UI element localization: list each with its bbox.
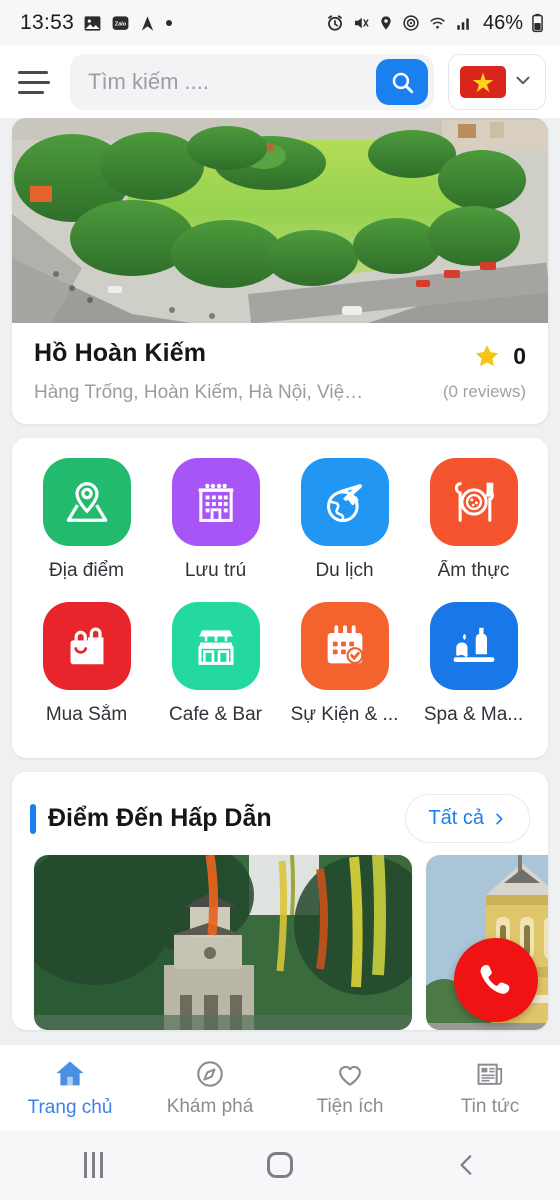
compass-icon bbox=[194, 1058, 226, 1090]
bottom-navigation: Trang chủ Khám phá Tiện ích Tin tức bbox=[0, 1044, 560, 1130]
hotel-building-icon bbox=[171, 458, 260, 546]
nav-item-kham-pha[interactable]: Khám phá bbox=[140, 1058, 280, 1118]
food-plate-icon bbox=[429, 458, 518, 546]
cafe-bar-icon bbox=[171, 602, 260, 690]
turtle-tower-image bbox=[34, 855, 412, 1030]
destinations-header: Điểm Đến Hấp Dẫn Tất cả bbox=[12, 772, 548, 855]
home-icon bbox=[53, 1057, 87, 1091]
home-square-icon[interactable] bbox=[187, 1152, 374, 1178]
heart-icon bbox=[334, 1058, 366, 1090]
category-item-spa[interactable]: Spa & Ma... bbox=[409, 602, 538, 740]
category-label: Ẩm thực bbox=[437, 560, 510, 581]
place-hero-image bbox=[12, 118, 548, 323]
android-system-nav bbox=[0, 1130, 560, 1200]
phone-call-icon bbox=[475, 959, 517, 1001]
map-pin-icon bbox=[42, 458, 131, 546]
place-text-block: Hồ Hoàn Kiếm Hàng Trống, Hoàn Kiếm, Hà N… bbox=[34, 339, 363, 404]
place-rating-block: 0 (0 reviews) bbox=[391, 339, 526, 402]
view-all-button[interactable]: Tất cả bbox=[405, 794, 530, 843]
battery-percent-label: 46% bbox=[482, 11, 523, 34]
globe-airplane-icon bbox=[300, 458, 389, 546]
status-bar: 13:53 Zalo 46% bbox=[0, 0, 560, 46]
location-icon bbox=[378, 14, 394, 32]
chevron-right-icon bbox=[491, 811, 507, 827]
category-label: Mua Sắm bbox=[45, 704, 128, 725]
category-item-du-lich[interactable]: Du lịch bbox=[280, 458, 409, 596]
category-item-su-kien[interactable]: Sự Kiện & ... bbox=[280, 602, 409, 740]
svg-text:Zalo: Zalo bbox=[115, 21, 127, 27]
spa-massage-icon bbox=[429, 602, 518, 690]
search-button[interactable] bbox=[376, 59, 428, 105]
search-bar[interactable] bbox=[70, 54, 434, 110]
rating-row: 0 bbox=[391, 342, 526, 370]
battery-icon bbox=[531, 13, 544, 33]
category-label: Lưu trú bbox=[184, 560, 247, 581]
nav-item-trang-chu[interactable]: Trang chủ bbox=[0, 1057, 140, 1119]
language-selector[interactable] bbox=[448, 54, 546, 110]
category-item-cafe-bar[interactable]: Cafe & Bar bbox=[151, 602, 280, 740]
place-address: Hàng Trống, Hoàn Kiếm, Hà Nội, Việ… bbox=[34, 382, 364, 403]
main-scroll-area[interactable]: Hồ Hoàn Kiếm Hàng Trống, Hoàn Kiếm, Hà N… bbox=[0, 118, 560, 1060]
star-icon bbox=[473, 342, 501, 370]
phone-screen: 13:53 Zalo 46% Tìm kiếm .... Hồ Hoàn Kiế… bbox=[0, 0, 560, 1200]
chevron-down-icon bbox=[512, 69, 534, 96]
category-grid: Địa điểm Lưu trú Du lịch Ẩm thực Mua Sắm… bbox=[12, 438, 548, 758]
back-chevron-icon[interactable] bbox=[373, 1152, 560, 1178]
category-grid-card: Địa điểm Lưu trú Du lịch Ẩm thực Mua Sắm… bbox=[12, 438, 548, 758]
shopping-bag-icon bbox=[42, 602, 131, 690]
category-item-am-thuc[interactable]: Ẩm thực bbox=[409, 458, 538, 596]
recents-icon[interactable] bbox=[0, 1152, 187, 1178]
rating-value: 0 bbox=[513, 342, 526, 369]
category-item-mua-sam[interactable]: Mua Sắm bbox=[22, 602, 151, 740]
vietnam-flag-icon bbox=[460, 66, 506, 98]
app-header bbox=[0, 46, 560, 118]
news-icon bbox=[474, 1058, 506, 1090]
category-label: Du lịch bbox=[315, 560, 374, 581]
zalo-icon: Zalo bbox=[111, 14, 130, 33]
status-bar-clock: 13:53 bbox=[20, 11, 75, 34]
category-label: Địa điểm bbox=[49, 560, 124, 581]
search-icon bbox=[389, 69, 415, 95]
featured-place-card[interactable]: Hồ Hoàn Kiếm Hàng Trống, Hoàn Kiếm, Hà N… bbox=[12, 118, 548, 424]
status-bar-right: 46% bbox=[326, 12, 544, 35]
photo-icon bbox=[83, 14, 102, 33]
mute-icon bbox=[352, 14, 370, 32]
category-label: Cafe & Bar bbox=[169, 704, 262, 725]
hamburger-menu-icon[interactable] bbox=[16, 65, 56, 99]
nav-item-tien-ich[interactable]: Tiện ích bbox=[280, 1058, 420, 1118]
section-title-group: Điểm Đến Hấp Dẫn bbox=[30, 803, 272, 834]
section-accent-bar bbox=[30, 803, 36, 834]
status-bar-left: 13:53 Zalo bbox=[20, 11, 173, 35]
wifi-icon bbox=[428, 14, 447, 32]
nav-label: Tin tức bbox=[460, 1095, 520, 1117]
nav-item-tin-tuc[interactable]: Tin tức bbox=[420, 1058, 560, 1118]
review-count: (0 reviews) bbox=[442, 382, 526, 401]
dot-icon bbox=[165, 19, 173, 27]
alarm-icon bbox=[326, 14, 344, 32]
destination-card[interactable] bbox=[34, 855, 412, 1030]
section-title: Điểm Đến Hấp Dẫn bbox=[48, 804, 272, 832]
call-fab-button[interactable] bbox=[454, 938, 538, 1022]
category-label: Spa & Ma... bbox=[423, 704, 524, 725]
search-input[interactable] bbox=[88, 69, 376, 95]
hotspot-icon bbox=[402, 14, 420, 32]
view-all-label: Tất cả bbox=[428, 807, 484, 829]
place-info: Hồ Hoàn Kiếm Hàng Trống, Hoàn Kiếm, Hà N… bbox=[12, 323, 548, 424]
place-name: Hồ Hoàn Kiếm bbox=[34, 339, 207, 367]
category-item-dia-diem[interactable]: Địa điểm bbox=[22, 458, 151, 596]
nav-label: Trang chủ bbox=[27, 1096, 113, 1118]
nav-label: Khám phá bbox=[166, 1095, 254, 1117]
category-label: Sự Kiện & ... bbox=[290, 704, 399, 725]
category-item-luu-tru[interactable]: Lưu trú bbox=[151, 458, 280, 596]
calendar-check-icon bbox=[300, 602, 389, 690]
navigation-arrow-icon bbox=[139, 14, 156, 33]
signal-icon bbox=[455, 14, 473, 32]
nav-label: Tiện ích bbox=[316, 1095, 384, 1117]
